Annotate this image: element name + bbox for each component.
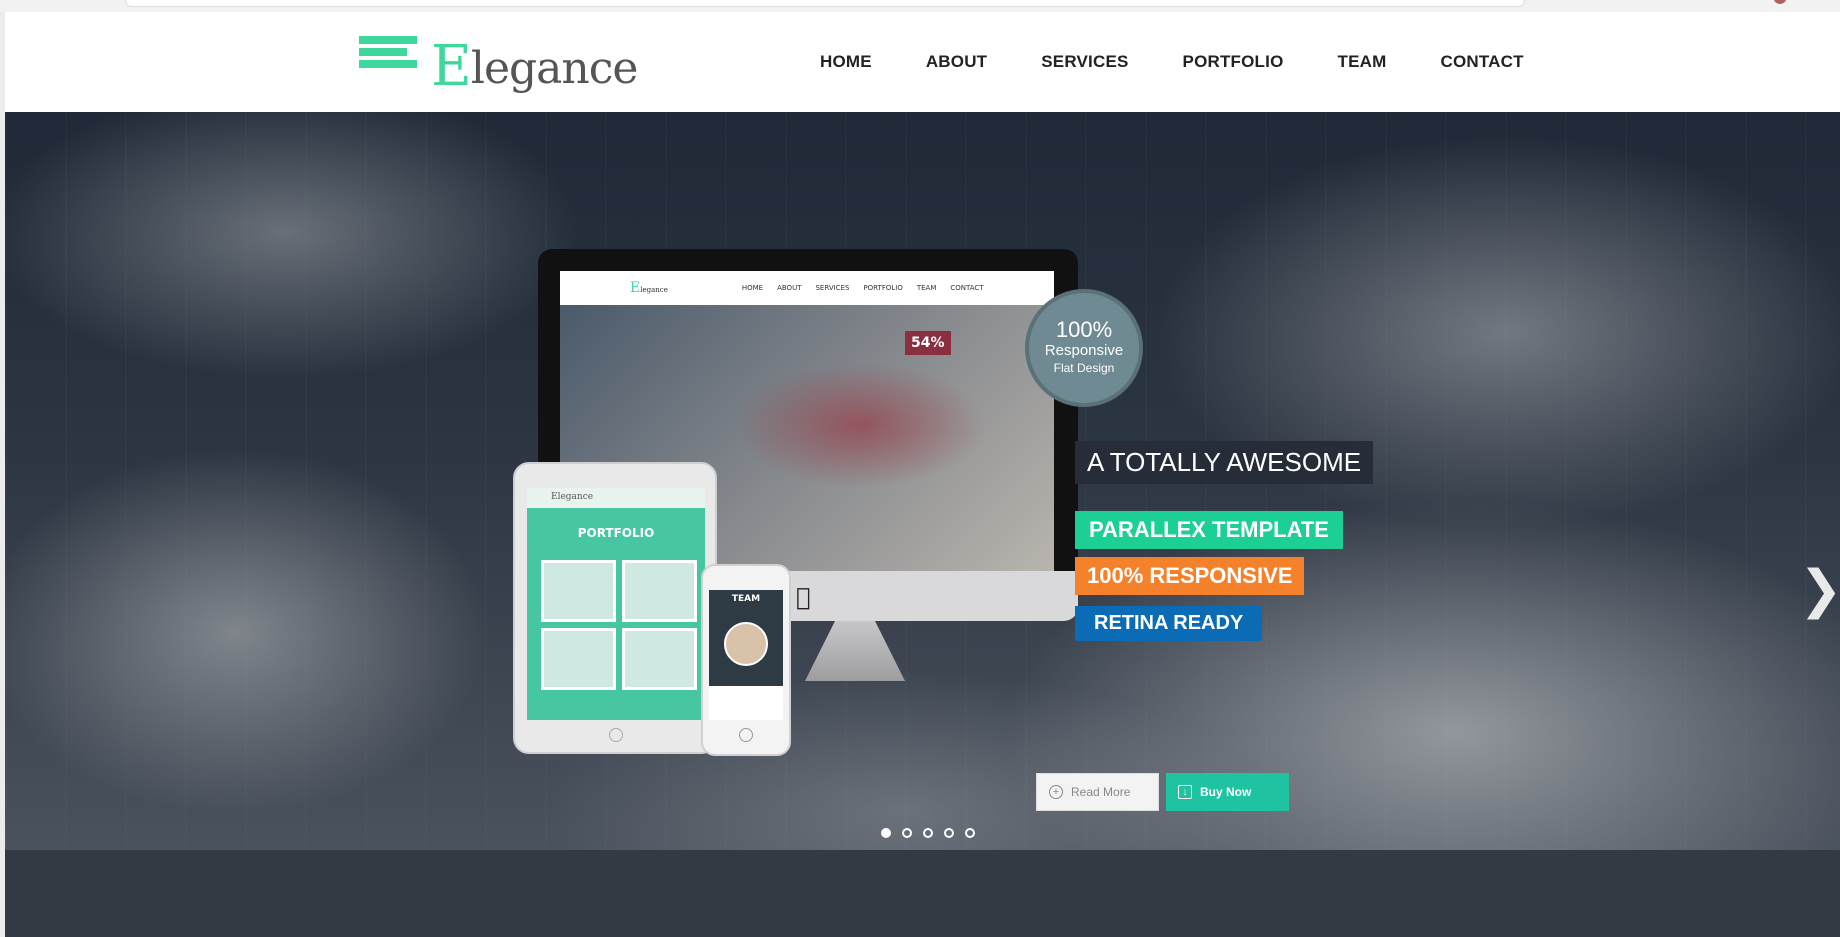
tablet-home-button xyxy=(609,728,623,742)
tablet-portfolio-title: PORTFOLIO xyxy=(577,526,655,540)
tablet-mini-logo: Elegance xyxy=(527,488,705,508)
badge-responsive: Responsive xyxy=(1044,342,1124,359)
tablet-screen: Elegance PORTFOLIO xyxy=(527,488,705,720)
tagline-parallax-template: PARALLEX TEMPLATE xyxy=(1075,511,1343,549)
phone-mockup: TEAM xyxy=(701,564,791,756)
download-icon: ↓ xyxy=(1178,785,1192,799)
slider-dot[interactable] xyxy=(923,828,933,838)
nav-services[interactable]: SERVICES xyxy=(1041,52,1128,72)
phone-team-title: TEAM xyxy=(731,594,761,604)
logo-bars-icon xyxy=(359,36,417,72)
tagline-responsive: 100% RESPONSIVE xyxy=(1075,557,1305,595)
responsive-badge: 100% Responsive Flat Design xyxy=(1025,289,1143,407)
portfolio-thumb xyxy=(541,628,616,690)
apple-logo-icon:  xyxy=(796,583,810,611)
site-header: Elegance HOME ABOUT SERVICES PORTFOLIO T… xyxy=(5,12,1840,112)
nav-contact[interactable]: CONTACT xyxy=(1440,52,1523,72)
buy-now-label: Buy Now xyxy=(1200,785,1252,799)
site-logo[interactable]: Elegance xyxy=(359,32,638,99)
read-more-button[interactable]: + Read More xyxy=(1036,773,1159,811)
team-avatar xyxy=(724,622,768,666)
logo-rest: legance xyxy=(470,43,639,94)
monitor-mini-logo: Elegance xyxy=(630,280,668,296)
profile-avatar[interactable] xyxy=(1774,0,1786,4)
badge-percent: 100% xyxy=(1055,317,1113,342)
nav-home[interactable]: HOME xyxy=(820,52,872,72)
address-bar[interactable] xyxy=(125,0,1525,7)
portfolio-thumb xyxy=(622,560,697,622)
badge-flat-design: Flat Design xyxy=(1053,361,1115,375)
phone-home-button xyxy=(739,728,753,742)
mini-nav-item: TEAM xyxy=(916,284,937,292)
monitor-mini-header: Elegance HOME ABOUT SERVICES PORTFOLIO T… xyxy=(560,271,1054,305)
slider-dot[interactable] xyxy=(965,828,975,838)
nav-team[interactable]: TEAM xyxy=(1338,52,1387,72)
buy-now-button[interactable]: ↓ Buy Now xyxy=(1166,773,1289,811)
slider-next-arrow-icon[interactable]: ❯ xyxy=(1799,560,1840,620)
next-section-band xyxy=(5,850,1840,937)
nav-portfolio[interactable]: PORTFOLIO xyxy=(1183,52,1284,72)
tablet-mockup: Elegance PORTFOLIO xyxy=(513,462,717,754)
plus-circle-icon: + xyxy=(1049,785,1063,799)
mini-nav-item: CONTACT xyxy=(950,284,984,292)
tagline-retina-ready: RETINA READY xyxy=(1075,606,1263,641)
read-more-label: Read More xyxy=(1071,785,1131,799)
tagline-totally-awesome: A TOTALLY AWESOME xyxy=(1075,441,1374,484)
slider-dot[interactable] xyxy=(944,828,954,838)
logo-first-letter: E xyxy=(431,34,472,99)
tablet-portfolio-grid xyxy=(527,540,705,690)
mini-nav-item: PORTFOLIO xyxy=(863,284,903,292)
page: Elegance HOME ABOUT SERVICES PORTFOLIO T… xyxy=(5,12,1840,937)
main-nav: HOME ABOUT SERVICES PORTFOLIO TEAM CONTA… xyxy=(820,52,1578,72)
browser-chrome xyxy=(0,0,1840,12)
nav-about[interactable]: ABOUT xyxy=(926,52,987,72)
slider-dot[interactable] xyxy=(902,828,912,838)
mini-nav-item: SERVICES xyxy=(815,284,850,292)
portfolio-thumb xyxy=(541,560,616,622)
slider-pagination xyxy=(881,828,975,838)
slider-dot[interactable] xyxy=(881,828,891,838)
hero-slider: Elegance HOME ABOUT SERVICES PORTFOLIO T… xyxy=(5,112,1840,850)
monitor-stand xyxy=(805,621,905,681)
mini-nav-item: HOME xyxy=(741,284,764,292)
phone-screen: TEAM xyxy=(709,590,783,720)
portfolio-thumb xyxy=(622,628,697,690)
monitor-stat-badge: 54% xyxy=(905,331,951,355)
mini-nav-item: ABOUT xyxy=(777,284,802,292)
phone-card-footer xyxy=(709,686,783,720)
logo-wordmark: Elegance xyxy=(431,32,639,99)
